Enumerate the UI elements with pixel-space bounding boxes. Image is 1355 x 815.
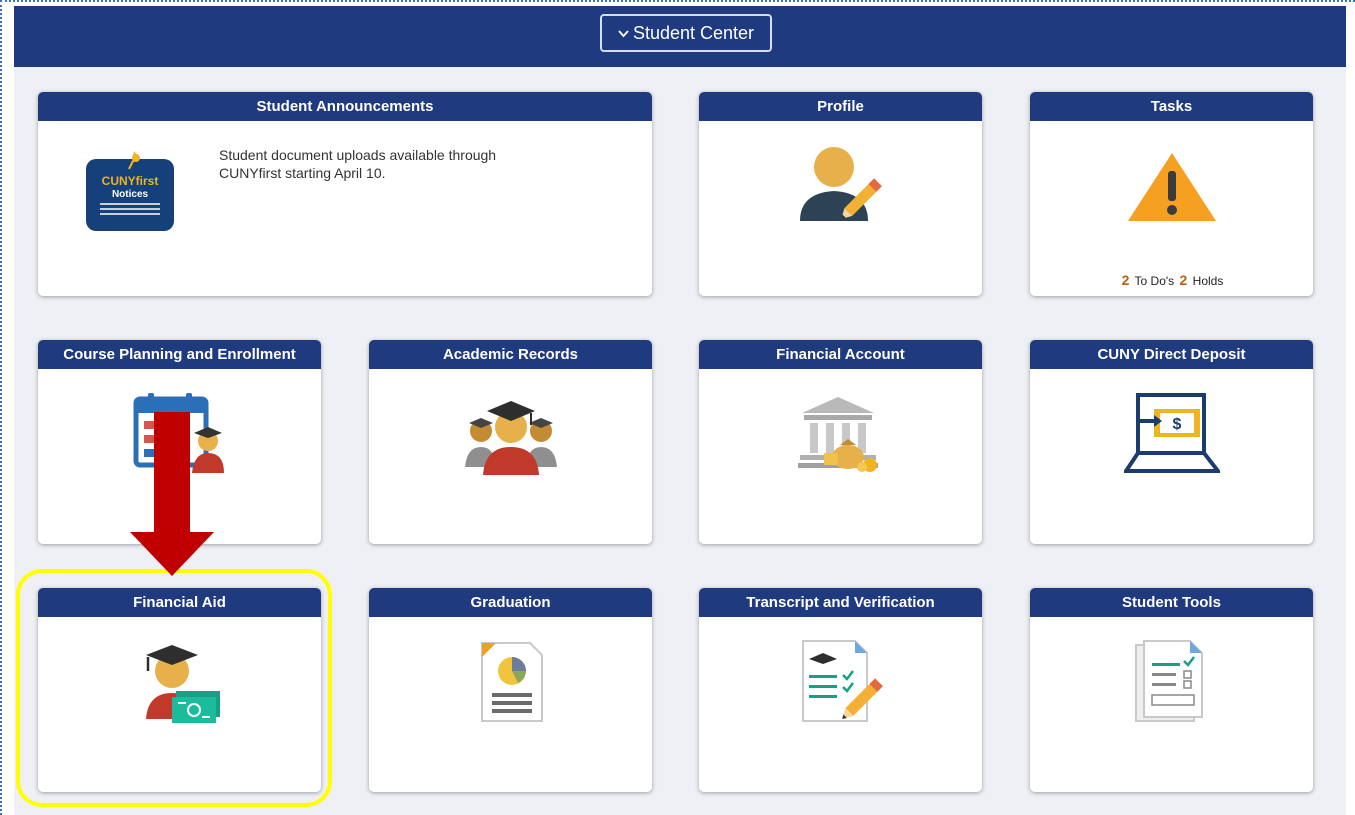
holds-count: 2: [1179, 272, 1188, 288]
tile-profile[interactable]: Profile: [699, 92, 982, 296]
announcement-text: Student document uploads available throu…: [219, 147, 497, 181]
tile-title: Transcript and Verification: [699, 588, 982, 617]
tile-title: Financial Aid: [38, 588, 321, 617]
top-bar: Student Center: [14, 6, 1346, 67]
tile-cuny-direct-deposit[interactable]: CUNY Direct Deposit $: [1030, 340, 1313, 544]
graduate-money-icon: [136, 641, 224, 728]
profile-edit-icon: [794, 143, 888, 234]
svg-text:$: $: [1172, 416, 1181, 433]
tile-title: Academic Records: [369, 340, 652, 369]
tile-course-planning-enrollment[interactable]: Course Planning and Enrollment: [38, 340, 321, 544]
student-center-menu-button[interactable]: Student Center: [600, 14, 772, 52]
tile-student-tools[interactable]: Student Tools: [1030, 588, 1313, 792]
tile-title: Profile: [699, 92, 982, 121]
graduates-icon: [463, 393, 559, 480]
bank-icon: [796, 395, 886, 478]
chevron-down-icon: [618, 26, 629, 41]
tasks-summary: 2 To Do's 2 Holds: [1030, 272, 1313, 288]
tile-graduation[interactable]: Graduation: [369, 588, 652, 792]
transcript-checklist-icon: [795, 639, 887, 730]
notices-badge-line2: Notices: [112, 189, 149, 200]
tile-title: CUNY Direct Deposit: [1030, 340, 1313, 369]
tile-title: Student Announcements: [38, 92, 652, 121]
tile-financial-aid[interactable]: Financial Aid: [38, 588, 321, 792]
tile-student-announcements[interactable]: Student Announcements CUNYfirst Notices …: [38, 92, 652, 296]
laptop-payment-icon: $: [1121, 391, 1222, 482]
notices-badge-line1: CUNYfirst: [102, 174, 159, 188]
document-checklist-icon: [1132, 639, 1212, 730]
tile-academic-records[interactable]: Academic Records: [369, 340, 652, 544]
tile-title: Tasks: [1030, 92, 1313, 121]
tile-tasks[interactable]: Tasks 2 To Do's 2 Holds: [1030, 92, 1313, 296]
tile-title: Student Tools: [1030, 588, 1313, 617]
holds-label: Holds: [1192, 274, 1224, 288]
calendar-student-icon: [132, 393, 228, 478]
todos-count: 2: [1121, 272, 1130, 288]
warning-icon: [1126, 151, 1218, 228]
student-center-title: Student Center: [632, 22, 755, 43]
tile-title: Graduation: [369, 588, 652, 617]
report-chart-icon: [476, 641, 546, 728]
tile-title: Financial Account: [699, 340, 982, 369]
tile-transcript-verification[interactable]: Transcript and Verification: [699, 588, 982, 792]
todos-label: To Do's: [1134, 274, 1175, 288]
tile-title: Course Planning and Enrollment: [38, 340, 321, 369]
cunyfirst-notices-icon: CUNYfirst Notices: [84, 151, 176, 238]
tile-financial-account[interactable]: Financial Account: [699, 340, 982, 544]
student-center-app: Student Center Student Announcements CUN…: [14, 6, 1346, 815]
